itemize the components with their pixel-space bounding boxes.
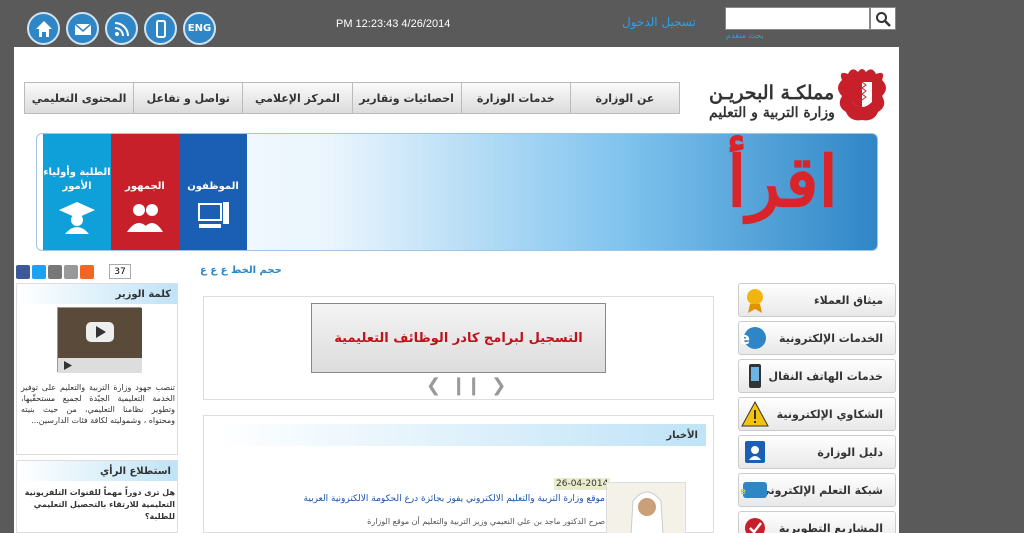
menu-eservices[interactable]: e الخدمات الإلكترونية [738,321,896,355]
tile-employees[interactable]: الموظفون [179,134,247,250]
news-photo[interactable] [606,482,686,533]
announcement-slider: التسجيل لبرامج كادر الوظائف التعليمية ❮ … [203,296,714,400]
tile-employees-label: الموظفون [187,181,239,192]
nav-media-center[interactable]: المركز الإعلامي [242,83,351,113]
advanced-search-link[interactable]: بحث متقدم [726,31,764,40]
main-navigation: المحتوى التعليمي تواصل و تفاعل المركز ال… [24,82,680,114]
award-icon [747,289,763,313]
minister-word-panel: كلمة الوزير تنصب جهود وزارة التربية والت… [16,283,178,455]
warning-icon [741,400,769,427]
right-margin [899,47,1024,533]
menu-label: دليل الوزارة [817,445,883,459]
nav-about-ministry[interactable]: عن الوزارة [569,83,679,113]
video-player[interactable] [57,307,142,373]
nav-communication[interactable]: تواصل و تفاعل [133,83,242,113]
next-arrow-icon[interactable]: ❯ [491,375,506,396]
logo-ministry-text: وزارة التربية و التعليم [709,105,835,121]
tile-public[interactable]: الجمهور [111,134,179,250]
logo-kingdom-text: مملكـة البحريـن [709,82,835,104]
twitter-icon[interactable] [32,265,46,279]
share-bar [16,265,94,279]
menu-label: ميثاق العملاء [813,293,883,307]
menu-customer-charter[interactable]: ميثاق العملاء [738,283,896,317]
login-link[interactable]: تسجيل الدخول [622,15,696,29]
hero-banner: الطلبة وأولياء الأمور الجمهور الموظفون ا… [36,133,878,251]
minister-word-heading: كلمة الوزير [17,284,177,304]
iqra-brand: اقرأ [727,140,838,223]
play-icon [58,308,142,373]
print-icon[interactable] [64,265,78,279]
eng-label: ENG [187,23,212,34]
menu-development-projects[interactable]: المشاريع التطويرية [738,511,896,533]
search-input[interactable] [725,7,870,30]
left-margin [0,47,14,533]
elearning-icon: Wave [741,482,767,498]
news-title-link[interactable]: موقع وزارة التربية والتعليم الالكتروني ي… [300,494,605,504]
poll-question: هل ترى دوراً مهماً للقنوات التلفزيونية ا… [24,488,175,521]
news-section: الأخبار 26-04-2014 موقع وزارة التربية وا… [203,415,714,533]
computer-icon [198,202,229,228]
font-size-control[interactable]: حجم الخط ع ع ع [200,265,282,276]
mail-icon[interactable] [66,12,99,45]
news-excerpt: صرح الدكتور ماجد بن علي النعيمي وزير الت… [367,517,605,526]
poll-heading: استطلاع الرأي [17,461,177,481]
mobile-icon[interactable] [144,12,177,45]
news-date: 26-04-2014 [554,478,611,490]
projects-icon [745,518,765,533]
previous-arrow-icon[interactable]: ❮ [426,375,441,396]
home-icon[interactable] [27,12,60,45]
share-count: 37 [109,264,131,279]
pause-icon[interactable]: ❙❙ [451,375,481,396]
phone-icon [749,364,761,388]
minister-word-text: تنصب جهود وزارة التربية والتعليم على توف… [21,383,175,425]
slide-banner[interactable]: التسجيل لبرامج كادر الوظائف التعليمية [311,303,606,373]
add-share-icon[interactable] [80,265,94,279]
datetime: PM 12:23:43 4/26/2014 [336,18,451,30]
slider-controls: ❮ ❙❙ ❯ [426,375,506,396]
services-menu: ميثاق العملاء e الخدمات الإلكترونية خدما… [738,283,896,533]
search-icon [876,11,891,27]
search-button[interactable] [870,7,896,30]
rss-icon[interactable] [105,12,138,45]
menu-ecomplaints[interactable]: الشكاوي الإلكترونية [738,397,896,431]
menu-label: الخدمات الإلكترونية [779,331,883,345]
tile-students-label: الطلبة وأولياء الأمور [43,167,111,192]
ie-globe-icon: e [741,327,766,349]
menu-label: شبكة التعلم الإلكتروني [759,483,883,497]
directory-icon [745,441,765,463]
tile-public-label: الجمهور [125,181,165,192]
nav-statistics[interactable]: احصائيات وتقارير [351,83,461,113]
news-heading: الأخبار [216,424,706,446]
menu-elearning-network[interactable]: Wave شبكة التعلم الإلكتروني [738,473,896,507]
tile-students-parents[interactable]: الطلبة وأولياء الأمور [43,134,111,250]
poll-panel: استطلاع الرأي هل ترى دوراً مهماً للقنوات… [16,460,178,533]
email-share-icon[interactable] [48,265,62,279]
menu-ministry-directory[interactable]: دليل الوزارة [738,435,896,469]
menu-label: المشاريع التطويرية [778,521,883,533]
facebook-icon[interactable] [16,265,30,279]
menu-label: الشكاوي الإلكترونية [776,407,883,421]
nav-educational-content[interactable]: المحتوى التعليمي [25,83,133,113]
bahrain-emblem-icon [834,66,890,124]
menu-mobile-services[interactable]: خدمات الهاتف النقال [738,359,896,393]
svg-text:e: e [741,329,750,348]
people-icon [127,204,163,232]
english-language-icon[interactable]: ENG [183,12,216,45]
graduate-icon [59,202,95,234]
menu-label: خدمات الهاتف النقال [768,369,883,383]
minister-portrait [630,491,664,533]
svg-text:Wave: Wave [741,487,746,497]
nav-ministry-services[interactable]: خدمات الوزارة [460,83,570,113]
